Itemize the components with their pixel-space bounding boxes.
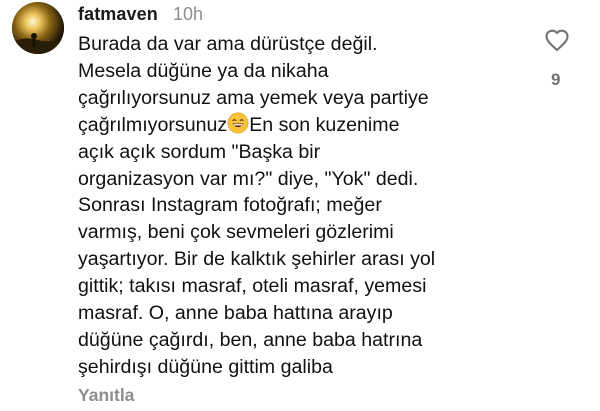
avatar-image [12, 2, 64, 54]
heart-outline-icon[interactable] [543, 26, 571, 54]
grinning-face-emoji-icon [227, 112, 249, 134]
avatar[interactable] [12, 2, 64, 54]
reply-button[interactable]: Yanıtla [78, 385, 134, 406]
username[interactable]: fatmaven [78, 4, 158, 25]
comment-item: fatmaven 10h Burada da var ama dürüstçe … [0, 0, 600, 411]
comment-text-part2: En son kuzenime açık açık sordum "Başka … [78, 113, 436, 378]
comment-text: Burada da var ama dürüstçe değil. Mesela… [78, 31, 528, 381]
timestamp: 10h [173, 4, 204, 24]
like-count: 9 [551, 70, 561, 89]
